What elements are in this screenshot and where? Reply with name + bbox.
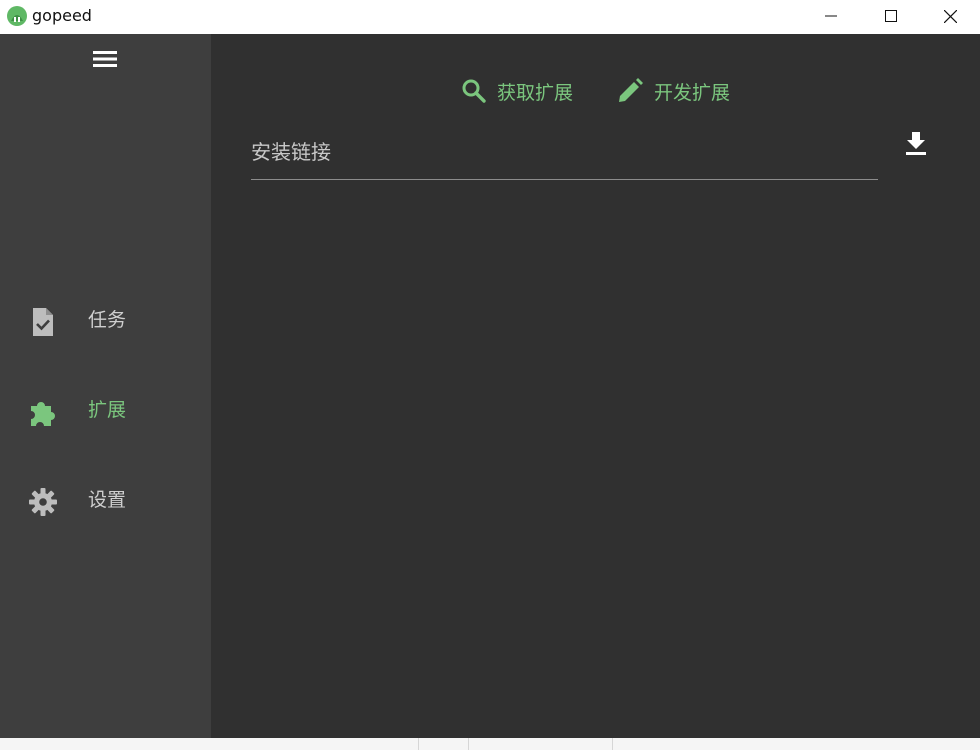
sidebar-item-label: 扩展: [88, 399, 127, 421]
dev-extension-label: 开发扩展: [654, 82, 731, 104]
sidebar-item-tasks[interactable]: 任务: [0, 292, 211, 348]
sidebar-item-label: 设置: [88, 489, 127, 511]
sidebar-item-extensions[interactable]: 扩展: [0, 382, 211, 438]
close-button[interactable]: [927, 0, 973, 32]
download-icon: [904, 130, 928, 160]
taskbar-divider: [612, 738, 613, 750]
title-bar: gopeed: [0, 0, 980, 34]
pencil-edit-icon: [616, 77, 644, 109]
sidebar: 任务 扩展 设置: [0, 34, 211, 738]
bottom-strip: [0, 738, 980, 750]
taskbar-segment: [468, 738, 520, 750]
get-extension-button[interactable]: 获取扩展: [461, 76, 573, 110]
gopeed-logo-icon: [6, 5, 28, 27]
app-window: gopeed 任务 扩展 设置 获取扩展 开发扩展 安装链接: [0, 0, 980, 738]
main-content: 获取扩展 开发扩展: [211, 34, 980, 738]
gear-settings-icon: [27, 486, 59, 518]
maximize-icon: [885, 10, 897, 22]
puzzle-extension-icon: [27, 396, 59, 428]
sidebar-item-label: 任务: [88, 309, 127, 331]
install-button[interactable]: [901, 128, 931, 162]
minimize-button[interactable]: [808, 0, 854, 32]
install-link-field[interactable]: [251, 124, 878, 180]
menu-icon[interactable]: [92, 48, 118, 70]
window-title: gopeed: [32, 6, 92, 25]
close-icon: [943, 9, 957, 23]
search-icon: [461, 78, 487, 108]
get-extension-label: 获取扩展: [497, 82, 574, 104]
taskbar-segment: [418, 738, 468, 750]
maximize-button[interactable]: [868, 0, 914, 32]
sidebar-item-settings[interactable]: 设置: [0, 472, 211, 528]
minimize-icon: [825, 10, 837, 22]
install-link-input[interactable]: [251, 124, 878, 179]
task-file-check-icon: [27, 306, 59, 338]
dev-extension-button[interactable]: 开发扩展: [616, 76, 730, 110]
